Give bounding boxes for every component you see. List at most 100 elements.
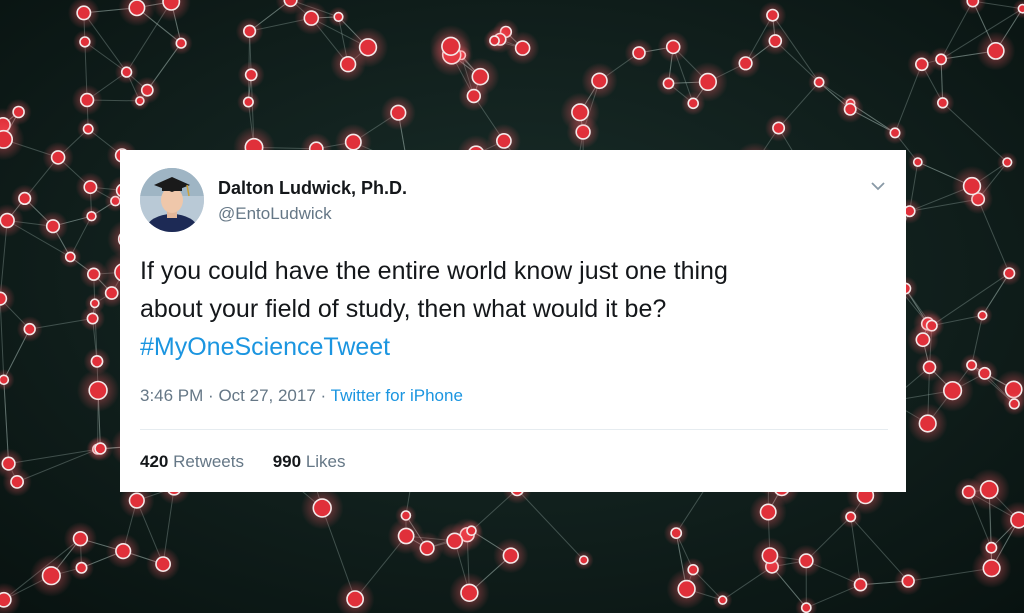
network-node bbox=[41, 566, 61, 586]
network-node bbox=[86, 211, 97, 222]
network-node bbox=[670, 527, 683, 539]
network-node bbox=[772, 121, 786, 135]
network-node bbox=[128, 492, 145, 509]
network-node bbox=[1002, 157, 1013, 168]
network-node bbox=[687, 97, 700, 110]
tweet-source-link[interactable]: Twitter for iPhone bbox=[331, 386, 463, 405]
network-node bbox=[75, 561, 88, 574]
tweet-card: Dalton Ludwick, Ph.D. @EntoLudwick If yo… bbox=[120, 150, 906, 492]
network-node bbox=[759, 503, 777, 521]
tweet-date[interactable]: Oct 27, 2017 bbox=[218, 386, 315, 405]
network-node bbox=[397, 527, 415, 545]
network-node bbox=[966, 0, 980, 8]
network-node bbox=[489, 35, 500, 47]
display-name[interactable]: Dalton Ludwick, Ph.D. bbox=[218, 178, 407, 199]
network-node bbox=[0, 291, 8, 306]
meta-separator: · bbox=[208, 386, 214, 405]
network-node bbox=[446, 532, 464, 550]
network-node bbox=[915, 332, 931, 348]
network-node bbox=[966, 359, 978, 371]
network-node bbox=[90, 354, 104, 368]
network-node bbox=[889, 127, 901, 139]
network-node bbox=[0, 591, 12, 608]
network-node bbox=[79, 36, 91, 48]
network-node bbox=[358, 38, 378, 57]
tweet-time[interactable]: 3:46 PM bbox=[140, 386, 203, 405]
network-node bbox=[175, 37, 187, 49]
network-node bbox=[312, 498, 332, 518]
network-node bbox=[502, 547, 519, 564]
network-node bbox=[0, 129, 13, 149]
network-node bbox=[979, 480, 999, 500]
retweets-label: Retweets bbox=[173, 452, 244, 471]
network-node bbox=[162, 0, 181, 11]
network-node bbox=[64, 251, 76, 263]
network-node bbox=[761, 547, 779, 564]
network-node bbox=[104, 286, 119, 300]
network-node bbox=[1008, 398, 1020, 410]
network-node bbox=[942, 381, 963, 401]
network-node bbox=[935, 53, 947, 66]
network-node bbox=[441, 36, 461, 57]
network-node bbox=[339, 55, 357, 73]
network-node bbox=[914, 57, 929, 72]
network-node bbox=[244, 68, 258, 82]
network-node bbox=[346, 590, 365, 609]
avatar[interactable] bbox=[140, 168, 204, 232]
network-node bbox=[766, 8, 780, 22]
network-node bbox=[460, 583, 479, 602]
tweet-meta: 3:46 PM · Oct 27, 2017 · Twitter for iPh… bbox=[140, 386, 463, 406]
network-node bbox=[86, 267, 101, 281]
network-node bbox=[283, 0, 298, 8]
network-node bbox=[571, 103, 590, 122]
network-node bbox=[798, 553, 814, 569]
likes-stat[interactable]: 990 Likes bbox=[273, 452, 346, 471]
user-handle[interactable]: @EntoLudwick bbox=[218, 204, 332, 224]
network-node bbox=[23, 322, 36, 336]
network-node bbox=[1003, 267, 1016, 280]
network-node bbox=[677, 579, 696, 599]
network-node bbox=[1010, 511, 1024, 529]
network-node bbox=[0, 212, 15, 229]
network-node bbox=[79, 92, 95, 108]
network-node bbox=[50, 150, 66, 165]
network-node bbox=[242, 96, 254, 108]
network-node bbox=[115, 542, 132, 560]
network-node bbox=[901, 574, 915, 588]
likes-count: 990 bbox=[272, 452, 302, 471]
network-node bbox=[390, 104, 407, 121]
network-node bbox=[977, 310, 988, 321]
network-node bbox=[303, 10, 320, 26]
tweet-stats: 420 Retweets 990 Likes bbox=[140, 452, 370, 472]
network-node bbox=[853, 577, 868, 592]
profile-photo bbox=[140, 168, 204, 232]
network-node bbox=[800, 602, 812, 613]
tweet-text: If you could have the entire world know … bbox=[140, 252, 880, 366]
network-node bbox=[768, 34, 783, 48]
network-node bbox=[591, 72, 608, 90]
network-node bbox=[986, 42, 1005, 60]
network-node bbox=[738, 56, 753, 71]
divider bbox=[140, 429, 888, 430]
chevron-down-icon[interactable] bbox=[868, 176, 888, 196]
network-node bbox=[76, 5, 92, 21]
network-node bbox=[83, 180, 98, 195]
network-node bbox=[10, 474, 24, 489]
network-node bbox=[922, 360, 937, 375]
network-node bbox=[936, 97, 949, 109]
network-node bbox=[845, 511, 857, 523]
network-node bbox=[687, 563, 699, 576]
network-node bbox=[962, 176, 982, 196]
network-node bbox=[18, 191, 32, 205]
hashtag-link[interactable]: #MyOneScienceTweet bbox=[140, 328, 880, 366]
tweet-text-line: about your field of study, then what wou… bbox=[140, 295, 667, 323]
network-node bbox=[985, 541, 998, 554]
network-node bbox=[466, 88, 481, 104]
network-node bbox=[72, 530, 89, 547]
network-node bbox=[918, 414, 937, 433]
network-node bbox=[578, 555, 589, 565]
network-node bbox=[89, 298, 100, 309]
retweets-stat[interactable]: 420 Retweets bbox=[140, 452, 244, 471]
network-node bbox=[155, 556, 171, 572]
network-node bbox=[128, 0, 146, 17]
